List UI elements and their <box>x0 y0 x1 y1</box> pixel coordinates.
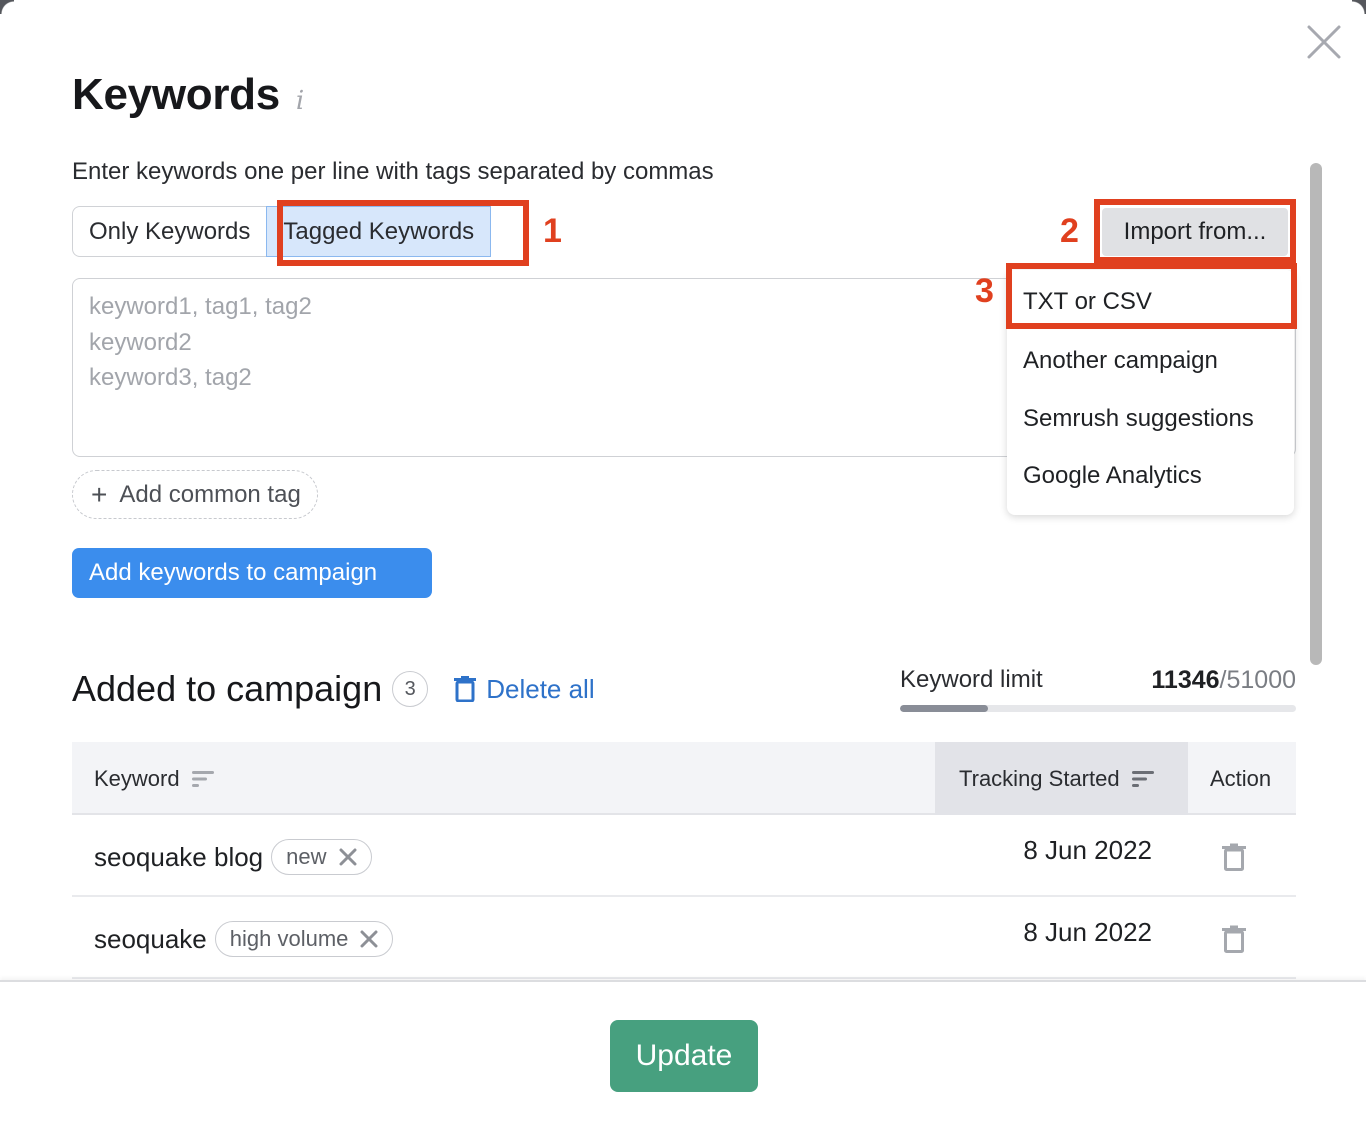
delete-all-button[interactable]: Delete all <box>454 673 595 705</box>
keyword-cell: seoquake blog new <box>94 839 372 875</box>
tag-pill: new <box>271 839 372 875</box>
menu-item-another-campaign[interactable]: Another campaign <box>1023 347 1218 375</box>
window-corner <box>1352 0 1366 14</box>
tracking-date: 8 Jun 2022 <box>1023 917 1152 947</box>
table-row: seoquake blog new 8 Jun 2022 <box>72 815 1296 897</box>
keyword-limit-label: Keyword limit <box>900 666 1043 693</box>
table-header: Keyword Tracking Started Action <box>72 742 1296 815</box>
import-from-button[interactable]: Import from... <box>1102 208 1288 256</box>
sort-icon <box>1131 770 1154 787</box>
column-header-keyword-label: Keyword <box>94 765 180 791</box>
keyword-cell: seoquake high volume <box>94 921 394 957</box>
tag-label: high volume <box>229 926 349 951</box>
column-header-tracking-started[interactable]: Tracking Started <box>935 742 1188 815</box>
menu-item-google-analytics[interactable]: Google Analytics <box>1023 462 1202 490</box>
tracking-date: 8 Jun 2022 <box>1023 835 1152 865</box>
added-section-header: Added to campaign 3 Delete all <box>72 668 595 710</box>
dialog-title: Keywords <box>72 70 280 119</box>
keyword-limit-progress <box>900 705 1296 712</box>
dialog-footer: Update <box>0 980 1366 1148</box>
remove-tag-icon[interactable] <box>339 848 357 866</box>
menu-item-txt-csv[interactable]: TXT or CSV <box>1023 288 1152 316</box>
column-header-keyword[interactable]: Keyword <box>94 742 214 815</box>
delete-all-label: Delete all <box>486 673 595 704</box>
keyword-limit-progress-fill <box>900 705 989 712</box>
delete-row-icon[interactable] <box>1222 843 1246 871</box>
dialog-header: Keywords i <box>72 70 304 120</box>
import-dropdown-menu: TXT or CSV Another campaign Semrush sugg… <box>1007 270 1294 515</box>
info-icon[interactable]: i <box>296 86 304 116</box>
tagged-keywords-toggle[interactable]: Tagged Keywords <box>266 206 492 257</box>
plus-icon: + <box>91 478 108 510</box>
add-keywords-button[interactable]: Add keywords to campaign <box>72 548 432 598</box>
keyword-text: seoquake <box>94 923 207 954</box>
add-common-tag-label: Add common tag <box>119 480 301 508</box>
remove-tag-icon[interactable] <box>360 930 378 948</box>
keyword-limit-total: /51000 <box>1219 666 1296 694</box>
keyword-limit-value: 11346/51000 <box>1151 666 1296 695</box>
column-header-action: Action <box>1210 765 1272 791</box>
tag-pill: high volume <box>214 921 394 957</box>
annotation-number-1: 1 <box>543 212 562 250</box>
keywords-table: Keyword Tracking Started Action seoquake… <box>72 742 1296 979</box>
scrollbar[interactable] <box>1310 163 1322 665</box>
only-keywords-toggle[interactable]: Only Keywords <box>72 206 267 257</box>
close-icon <box>1307 25 1341 59</box>
menu-item-semrush-suggestions[interactable]: Semrush suggestions <box>1023 405 1254 433</box>
annotation-number-3: 3 <box>975 272 994 310</box>
keyword-text: seoquake blog <box>94 841 264 872</box>
update-button[interactable]: Update <box>610 1020 758 1092</box>
keyword-mode-toggle: Only Keywords Tagged Keywords <box>72 206 492 257</box>
column-header-tracking-label: Tracking Started <box>959 765 1120 791</box>
trash-icon <box>454 676 477 702</box>
instructions-text: Enter keywords one per line with tags se… <box>72 158 714 185</box>
annotation-number-2: 2 <box>1060 212 1079 250</box>
table-row: seoquake high volume 8 Jun 2022 <box>72 897 1296 979</box>
section-title: Added to campaign <box>72 668 383 709</box>
keyword-count-badge: 3 <box>392 671 429 707</box>
keyword-limit-used: 11346 <box>1151 666 1220 694</box>
sort-icon <box>191 770 214 787</box>
window-corner <box>0 0 14 14</box>
close-button[interactable] <box>1306 24 1342 60</box>
tag-label: new <box>286 844 327 869</box>
add-common-tag-button[interactable]: + Add common tag <box>72 470 318 519</box>
delete-row-icon[interactable] <box>1222 925 1246 953</box>
